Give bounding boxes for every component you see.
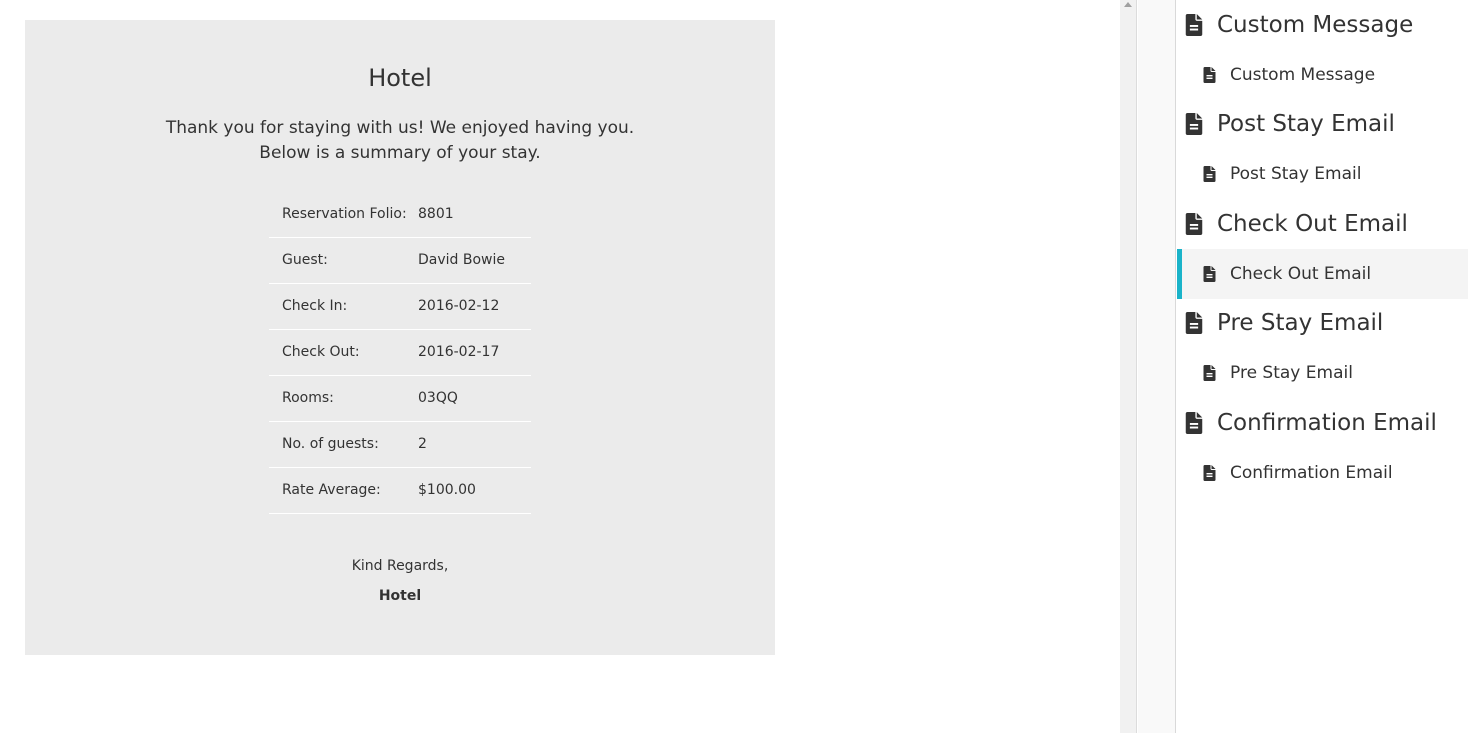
row-label: Check Out: (269, 329, 418, 376)
hotel-name-heading: Hotel (368, 64, 432, 92)
file-icon (1203, 67, 1216, 83)
sidebar-item-label: Check Out Email (1230, 264, 1372, 284)
sidebar-item-label: Post Stay Email (1230, 164, 1362, 184)
intro-line-2: Below is a summary of your stay. (259, 143, 541, 163)
sidebar-item-post-stay-email[interactable]: Post Stay Email (1177, 149, 1468, 199)
file-icon (1185, 113, 1203, 135)
table-row: Rate Average: $100.00 (269, 467, 531, 514)
file-icon (1203, 266, 1216, 282)
group-header: Confirmation Email (1177, 398, 1468, 448)
scroll-up-arrow-icon[interactable] (1124, 2, 1132, 7)
sidebar-item-label: Pre Stay Email (1230, 363, 1353, 383)
row-label: Reservation Folio: (269, 191, 418, 238)
table-row: Check In: 2016-02-12 (269, 283, 531, 330)
sidebar-item-custom-message[interactable]: Custom Message (1177, 50, 1468, 100)
row-value: 2016-02-12 (418, 283, 531, 330)
table-row: Reservation Folio: 8801 (269, 191, 531, 238)
row-value: David Bowie (418, 237, 531, 284)
intro-message: Thank you for staying with us! We enjoye… (25, 116, 775, 166)
vertical-scrollbar[interactable] (1120, 0, 1137, 733)
signature-text: Hotel (378, 588, 422, 604)
row-label: Check In: (269, 283, 418, 330)
group-title: Pre Stay Email (1217, 310, 1384, 336)
group-title: Check Out Email (1217, 211, 1408, 237)
sidebar-item-pre-stay-email[interactable]: Pre Stay Email (1177, 348, 1468, 398)
group-header: Pre Stay Email (1177, 298, 1468, 348)
group-title: Custom Message (1217, 12, 1414, 38)
file-icon (1185, 14, 1203, 36)
file-icon (1203, 465, 1216, 481)
group-header: Post Stay Email (1177, 99, 1468, 149)
row-value: 03QQ (418, 375, 531, 422)
sidebar-item-confirmation-email[interactable]: Confirmation Email (1177, 448, 1468, 498)
table-row: Check Out: 2016-02-17 (269, 329, 531, 376)
group-header: Check Out Email (1177, 199, 1468, 249)
stay-summary-table: Reservation Folio: 8801 Guest: David Bow… (269, 191, 531, 514)
sidebar-item-label: Custom Message (1230, 65, 1376, 85)
file-icon (1203, 166, 1216, 182)
email-preview: Hotel Thank you for staying with us! We … (25, 20, 775, 655)
sidebar-gutter (1138, 0, 1176, 733)
group-header: Custom Message (1177, 0, 1468, 50)
file-icon (1203, 365, 1216, 381)
sidebar-item-check-out-email[interactable]: Check Out Email (1177, 249, 1468, 299)
row-value: $100.00 (418, 467, 531, 514)
group-title: Confirmation Email (1217, 410, 1437, 436)
file-icon (1185, 312, 1203, 334)
table-row: Rooms: 03QQ (269, 375, 531, 422)
table-row: Guest: David Bowie (269, 237, 531, 284)
group-title: Post Stay Email (1217, 111, 1395, 137)
file-icon (1185, 412, 1203, 434)
row-value: 2 (418, 421, 531, 468)
table-row: No. of guests: 2 (269, 421, 531, 468)
row-label: No. of guests: (269, 421, 418, 468)
row-label: Guest: (269, 237, 418, 284)
sidebar-item-label: Confirmation Email (1230, 463, 1393, 483)
signoff: Kind Regards, Hotel (25, 558, 775, 604)
intro-line-1: Thank you for staying with us! We enjoye… (165, 118, 635, 138)
template-sidebar: Custom Message Custom Message Post Stay … (1177, 0, 1468, 733)
closing-text: Kind Regards, (351, 558, 449, 574)
row-value: 2016-02-17 (418, 329, 531, 376)
file-icon (1185, 213, 1203, 235)
row-value: 8801 (418, 191, 531, 238)
row-label: Rate Average: (269, 467, 418, 514)
row-label: Rooms: (269, 375, 418, 422)
